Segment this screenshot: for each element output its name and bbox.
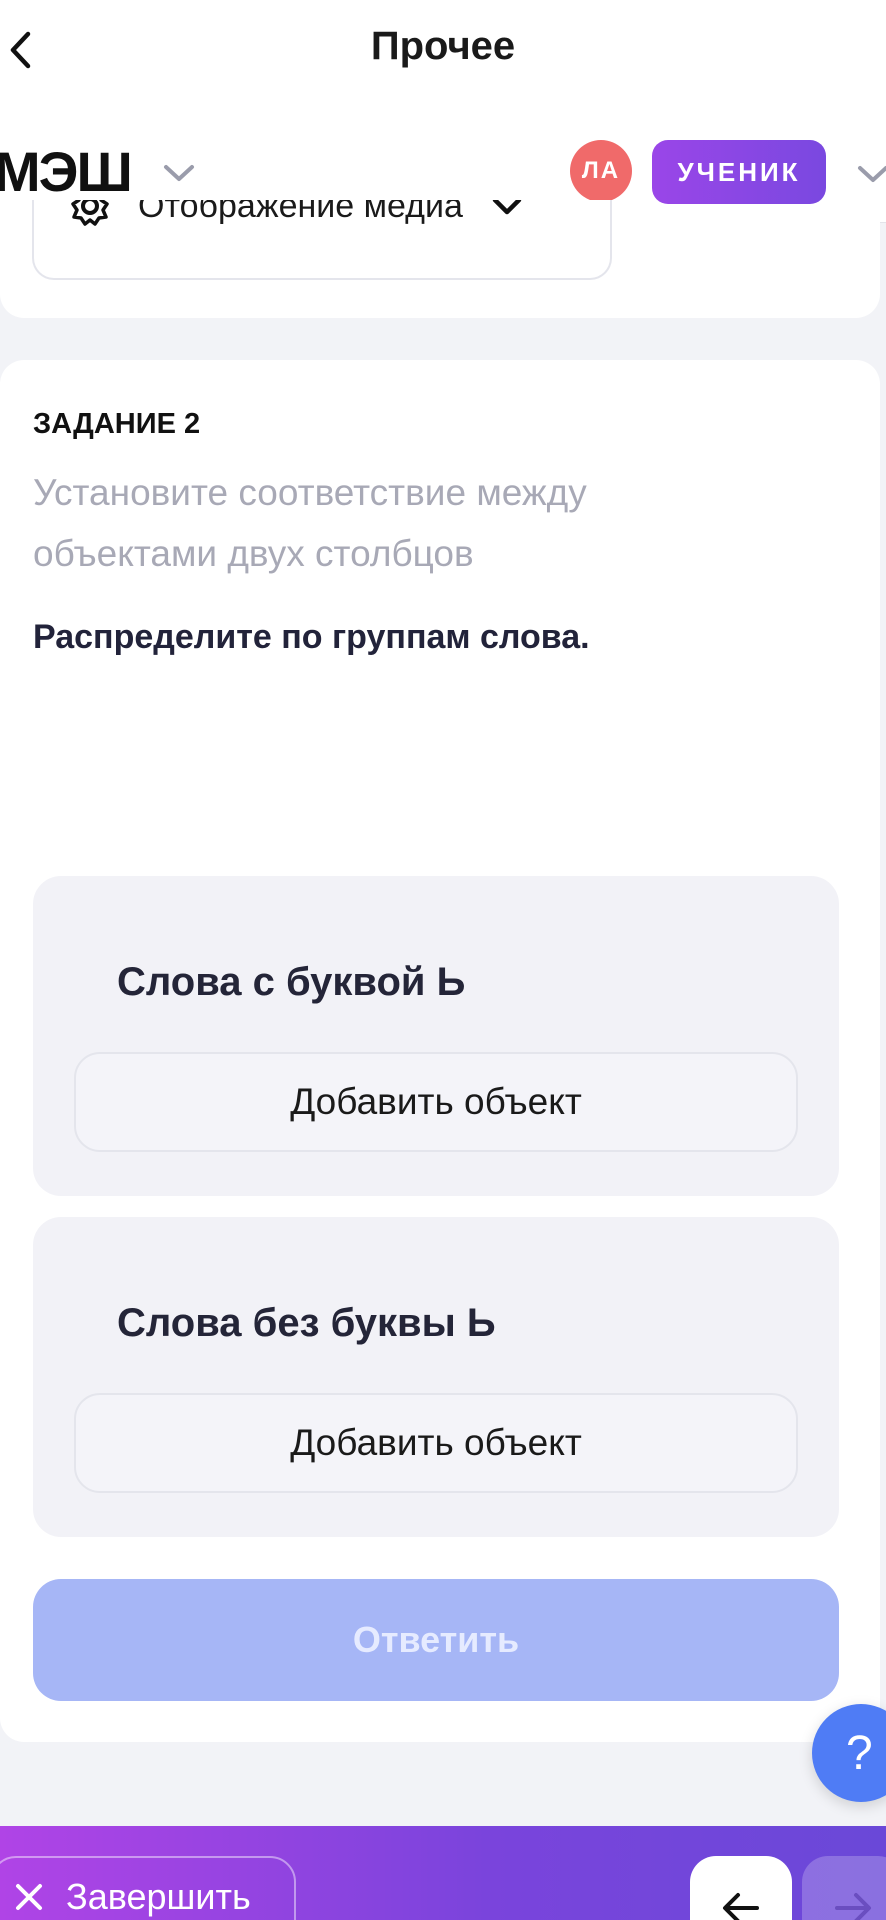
arrow-left-icon [723, 1893, 759, 1920]
add-object-button[interactable]: Добавить объект [74, 1052, 798, 1152]
next-task-button[interactable] [802, 1856, 886, 1920]
add-object-button[interactable]: Добавить объект [74, 1393, 798, 1493]
group-card: Слова с буквой Ь Добавить объект [33, 876, 839, 1196]
media-display-button[interactable]: Отображение медиа [32, 200, 612, 280]
gear-icon [71, 200, 109, 226]
finish-button[interactable]: Завершить [0, 1856, 296, 1920]
chevron-down-icon[interactable] [162, 162, 196, 184]
submit-answer-button[interactable]: Ответить [33, 1579, 839, 1701]
task-heading: ЗАДАНИЕ 2 [33, 408, 201, 440]
media-display-label: Отображение медиа [138, 200, 463, 225]
task-card: ЗАДАНИЕ 2 Установите соответствие между … [0, 360, 880, 1742]
top-navigation-bar: Прочее [0, 0, 886, 100]
arrow-right-icon [835, 1893, 871, 1920]
group-card: Слова без буквы Ь Добавить объект [33, 1217, 839, 1537]
group-title: Слова без буквы Ь [117, 1301, 496, 1345]
group-title: Слова с буквой Ь [117, 960, 466, 1004]
bottom-action-bar: Завершить [0, 1826, 886, 1920]
chevron-down-icon[interactable] [856, 163, 886, 185]
role-badge[interactable]: УЧЕНИК [652, 140, 826, 204]
task-type-description: Установите соответствие между объектами … [33, 472, 587, 574]
help-label: ? [846, 1726, 873, 1780]
finish-label: Завершить [66, 1876, 251, 1917]
close-icon [16, 1884, 42, 1910]
task-instruction: Распределите по группам слова. [33, 618, 590, 656]
avatar[interactable]: ЛА [570, 140, 632, 202]
previous-task-button[interactable] [690, 1856, 792, 1920]
app-logo[interactable]: МЭШ [0, 144, 133, 200]
media-display-button-content: Отображение медиа [70, 200, 523, 226]
page-title: Прочее [370, 24, 516, 68]
chevron-down-icon [492, 200, 522, 215]
